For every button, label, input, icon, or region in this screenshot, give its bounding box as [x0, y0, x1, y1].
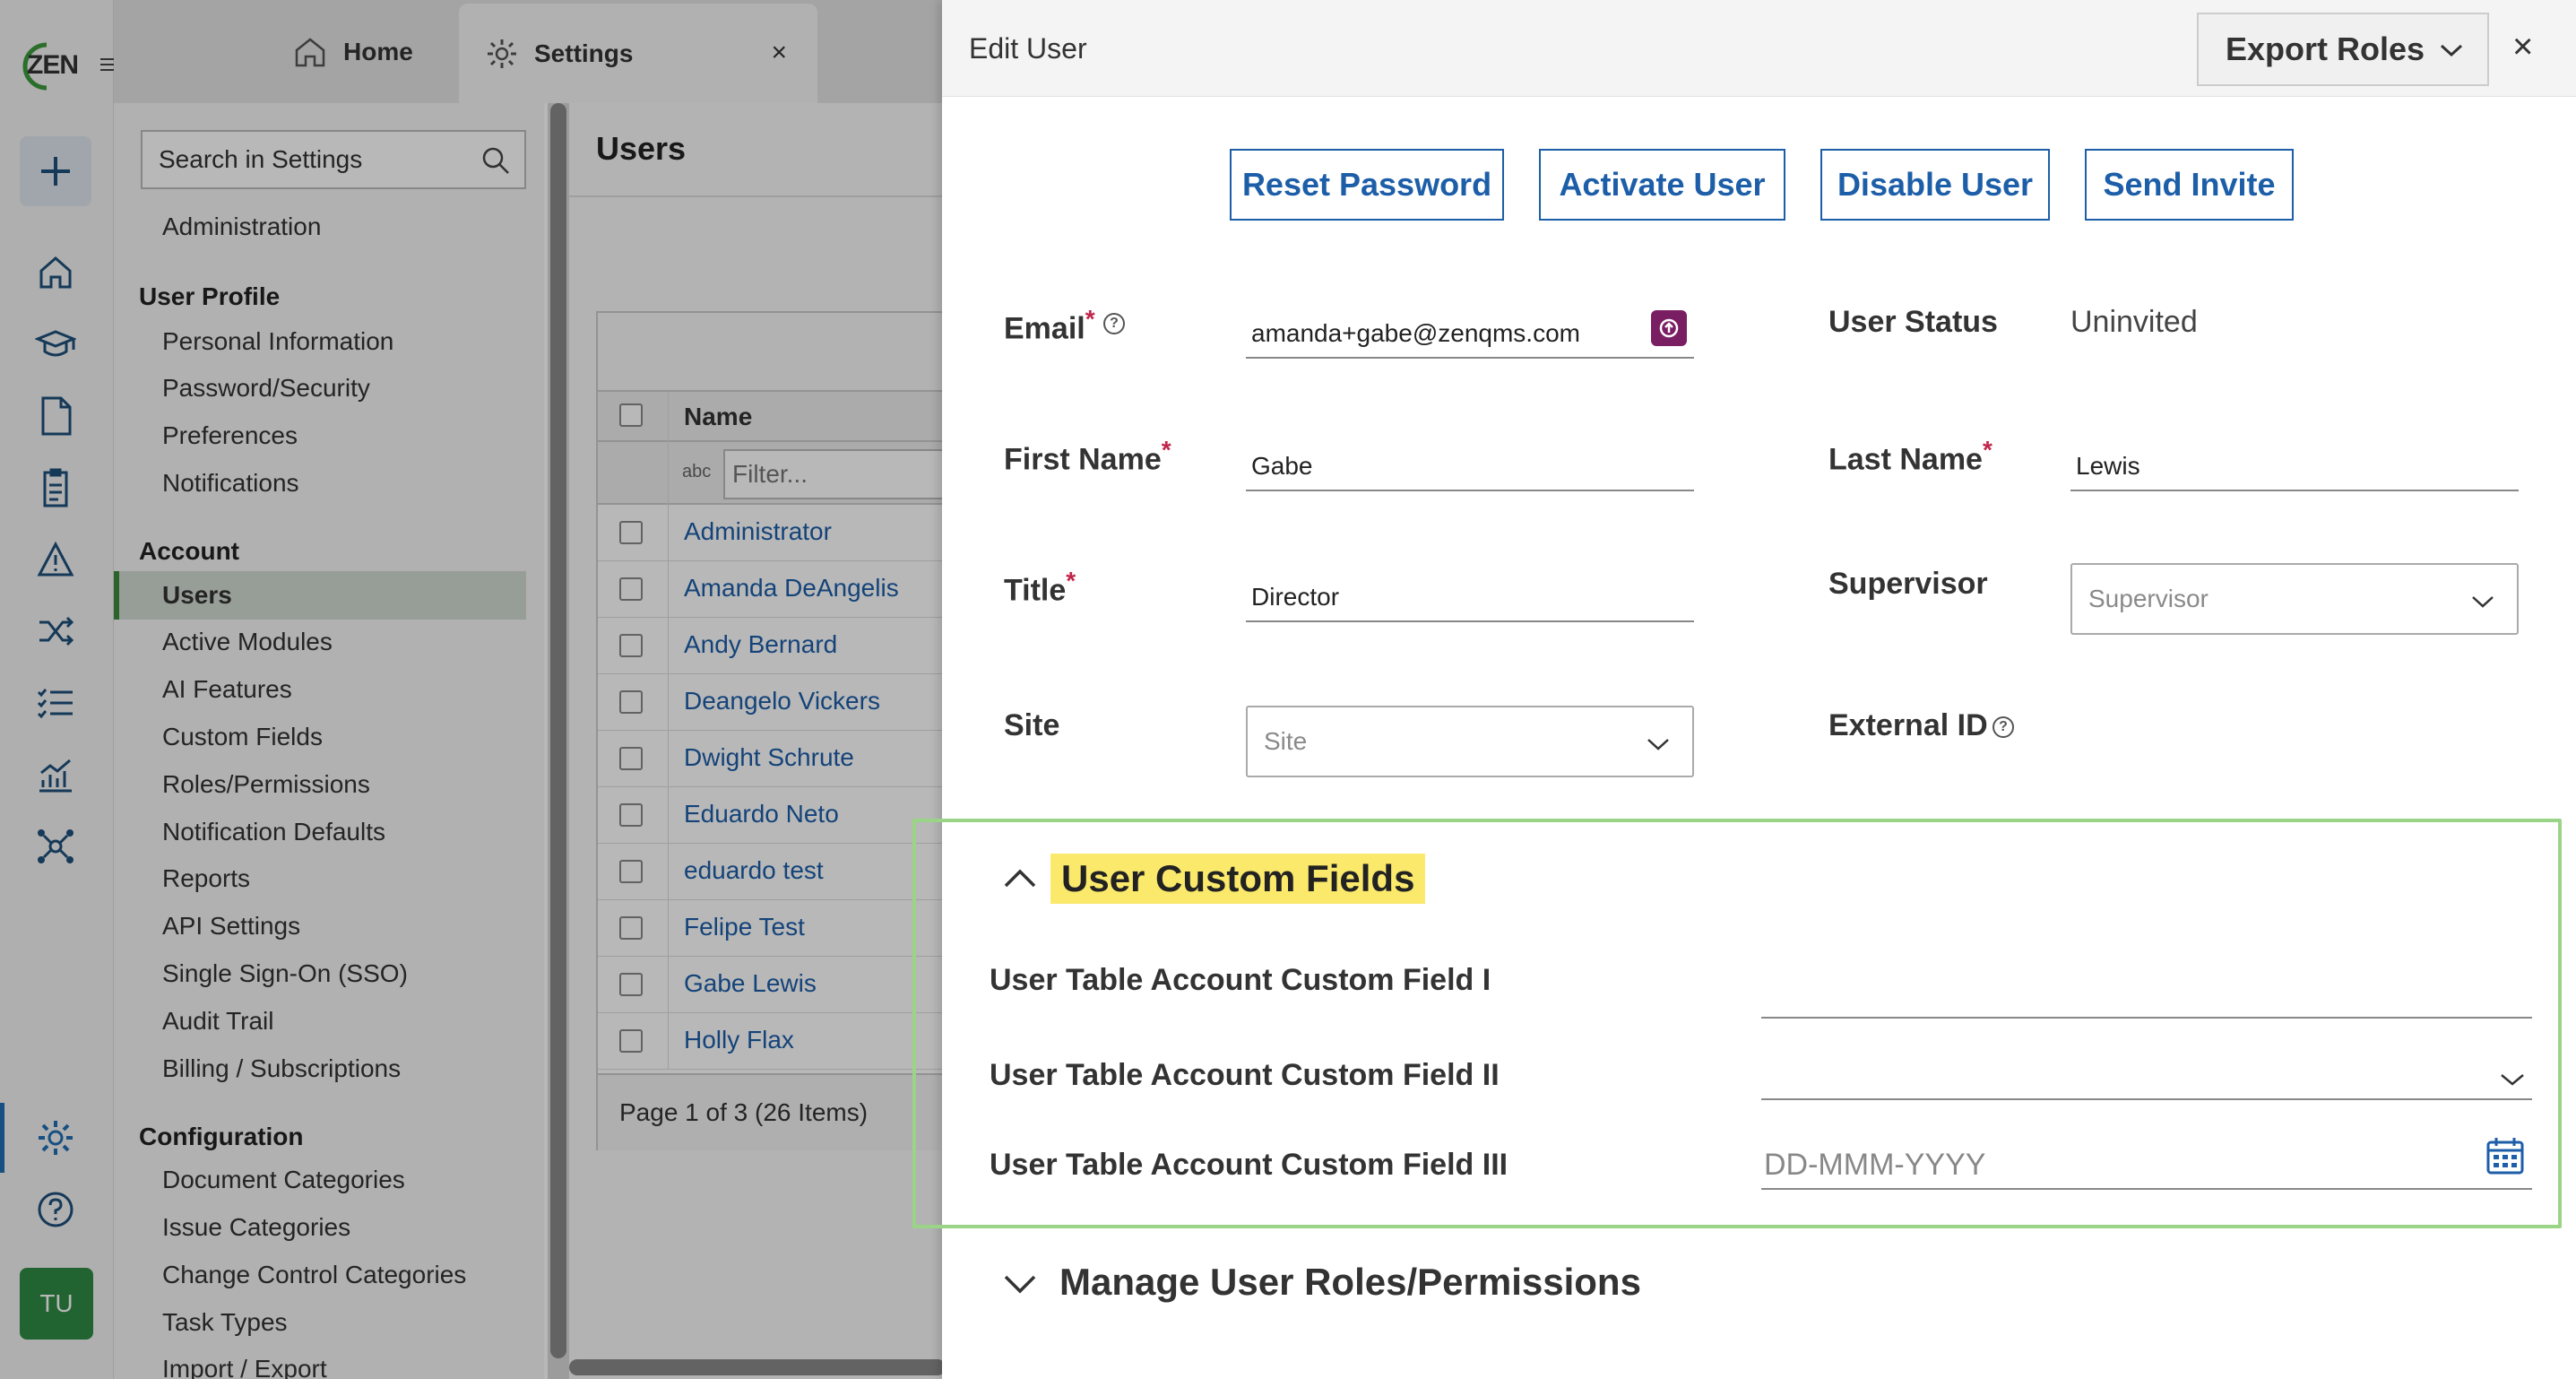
chevron-down-icon	[2440, 44, 2463, 57]
custom-field-2-select[interactable]	[1761, 1098, 2532, 1100]
title-label: Title*	[1004, 567, 1076, 608]
custom-fields-section-title[interactable]: User Custom Fields	[1050, 854, 1426, 904]
email-label: Email*	[1004, 305, 1095, 346]
export-roles-button[interactable]: Export Roles	[2197, 13, 2489, 86]
panel-close-button[interactable]: ×	[2512, 27, 2533, 67]
custom-field-3-date-input[interactable]	[1761, 1188, 2532, 1190]
supervisor-select[interactable]: Supervisor	[2070, 563, 2519, 635]
send-invite-button[interactable]: Send Invite	[2085, 149, 2294, 221]
site-select[interactable]: Site	[1246, 706, 1694, 777]
password-manager-icon[interactable]	[1651, 310, 1687, 346]
site-label: Site	[1004, 708, 1060, 742]
first-name-field[interactable]: Gabe	[1246, 438, 1694, 491]
custom-field-3-date-placeholder[interactable]: DD-MMM-YYYY	[1764, 1148, 1985, 1183]
chevron-down-icon[interactable]	[2499, 1071, 2526, 1088]
manage-roles-section-title[interactable]: Manage User Roles/Permissions	[1059, 1261, 1641, 1304]
email-field[interactable]: amanda+gabe@zenqms.com	[1246, 305, 1694, 359]
external-id-label: External ID	[1828, 708, 1988, 742]
site-placeholder: Site	[1264, 727, 1308, 755]
custom-field-3-label: User Table Account Custom Field III	[990, 1148, 1508, 1182]
export-roles-label: Export Roles	[2226, 30, 2425, 67]
chevron-down-icon[interactable]	[1002, 1273, 1038, 1297]
title-field[interactable]: Director	[1246, 568, 1694, 622]
last-name-field[interactable]: Lewis	[2070, 438, 2519, 491]
chevron-up-icon[interactable]	[1002, 866, 1038, 889]
user-status-value: Uninvited	[2070, 305, 2198, 339]
calendar-icon[interactable]	[2485, 1135, 2526, 1176]
custom-field-1-input[interactable]	[1761, 1017, 2532, 1019]
external-id-help-icon[interactable]: ?	[1993, 716, 2014, 738]
supervisor-placeholder: Supervisor	[2088, 585, 2209, 612]
disable-user-button[interactable]: Disable User	[1820, 149, 2050, 221]
chevron-down-icon	[1647, 739, 1669, 750]
first-name-label: First Name*	[1004, 436, 1171, 477]
panel-header: Edit User Export Roles ×	[942, 0, 2576, 97]
chevron-down-icon	[2472, 596, 2494, 608]
reset-password-button[interactable]: Reset Password	[1230, 149, 1504, 221]
user-status-label: User Status	[1828, 305, 1998, 339]
custom-field-2-label: User Table Account Custom Field II	[990, 1058, 1500, 1092]
activate-user-button[interactable]: Activate User	[1539, 149, 1785, 221]
custom-field-1-label: User Table Account Custom Field I	[990, 963, 1491, 997]
supervisor-label: Supervisor	[1828, 567, 1988, 601]
panel-title: Edit User	[969, 32, 1087, 65]
last-name-label: Last Name*	[1828, 436, 1993, 477]
modal-backdrop[interactable]	[0, 0, 942, 1379]
email-help-icon[interactable]: ?	[1103, 313, 1125, 334]
